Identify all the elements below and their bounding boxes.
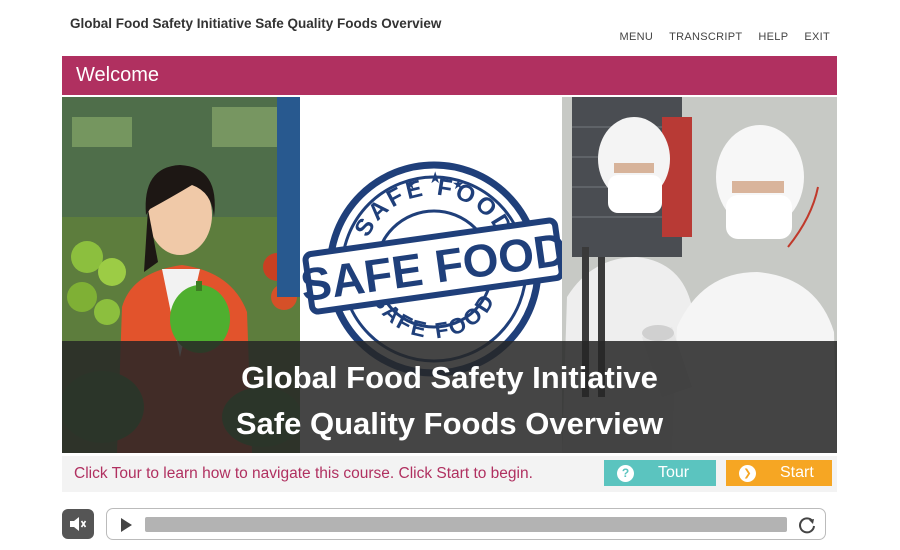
- media-player: [106, 508, 826, 540]
- progress-bar[interactable]: [145, 517, 787, 532]
- star-icon: ★: [404, 176, 417, 192]
- instruction-bar: Click Tour to learn how to navigate this…: [62, 456, 837, 492]
- transcript-link[interactable]: TRANSCRIPT: [669, 31, 742, 43]
- mute-button[interactable]: [62, 509, 94, 539]
- slide-stage: SAFE FOOD SAFE FOOD ★ ★ ★ SAFE FOOD: [62, 97, 837, 453]
- overlay-title-line2: Safe Quality Foods Overview: [235, 406, 664, 441]
- top-nav: MENU TRANSCRIPT HELP EXIT: [620, 31, 830, 43]
- overlay-title: Global Food Safety Initiative Safe Quali…: [62, 355, 837, 447]
- star-icon: ★: [452, 176, 465, 192]
- play-icon[interactable]: [119, 517, 133, 533]
- star-icon: ★: [428, 170, 442, 187]
- chevron-right-icon: ❯: [739, 464, 756, 482]
- start-button-label: Start: [780, 464, 814, 481]
- replay-icon[interactable]: [797, 515, 817, 535]
- exit-link[interactable]: EXIT: [804, 31, 830, 43]
- speaker-icon: [70, 517, 87, 531]
- instruction-text: Click Tour to learn how to navigate this…: [74, 465, 533, 482]
- help-link[interactable]: HELP: [758, 31, 788, 43]
- course-title: Global Food Safety Initiative Safe Quali…: [70, 16, 442, 31]
- tour-button[interactable]: ? Tour: [604, 460, 716, 486]
- question-icon: ?: [617, 464, 634, 482]
- overlay-title-line1: Global Food Safety Initiative: [241, 360, 658, 395]
- start-button[interactable]: ❯ Start: [726, 460, 832, 486]
- tour-button-label: Tour: [658, 464, 690, 481]
- menu-link[interactable]: MENU: [620, 31, 654, 43]
- slide-title: Welcome: [76, 64, 159, 86]
- slide-title-bar: Welcome: [62, 56, 837, 95]
